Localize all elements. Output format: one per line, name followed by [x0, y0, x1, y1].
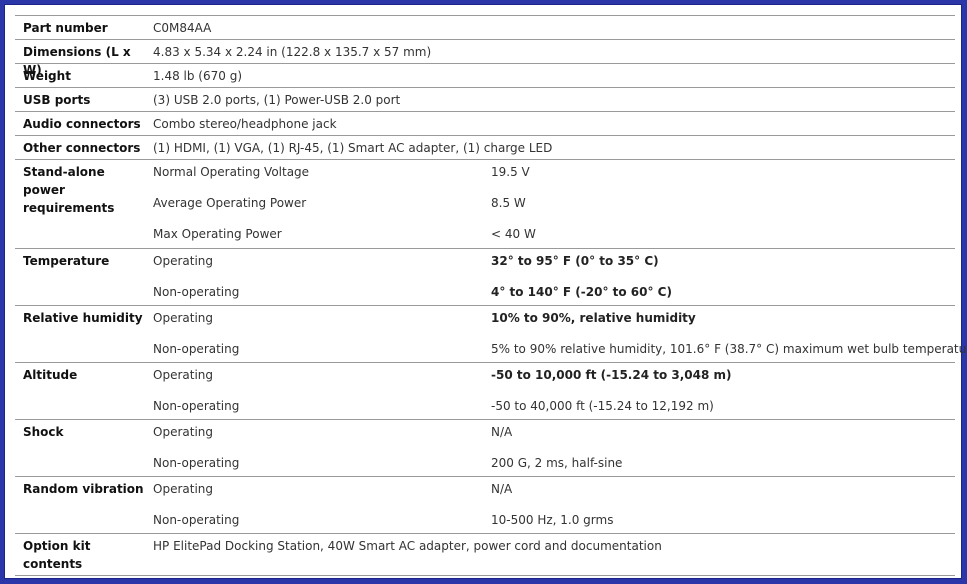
row-option-kit-contents: Option kit contents HP ElitePad Docking …: [15, 534, 955, 571]
temperature-sub-label: Non-operating: [153, 285, 240, 299]
vibration-sub-label: Operating: [153, 482, 213, 496]
power-sub-value: 19.5 V: [491, 165, 530, 179]
power-sub-value: < 40 W: [491, 227, 536, 241]
row-weight: Weight 1.48 lb (670 g): [15, 64, 955, 88]
label-altitude: Altitude: [23, 368, 78, 382]
label-power-line1: Stand-alone power: [23, 165, 105, 197]
power-sub-label: Average Operating Power: [153, 196, 307, 210]
label-power-line2: requirements: [23, 201, 115, 215]
temperature-sub-value: 32° to 95° F (0° to 35° C): [491, 254, 659, 268]
label-part-number: Part number: [23, 21, 108, 35]
temperature-sub-label: Operating: [153, 254, 213, 268]
temperature-sub-value: 4° to 140° F (-20° to 60° C): [491, 285, 672, 299]
label-power-requirements: Stand-alone power requirements: [23, 163, 148, 217]
value-weight: 1.48 lb (670 g): [153, 69, 242, 83]
label-other-connectors: Other connectors: [23, 141, 141, 155]
altitude-sub-value: -50 to 40,000 ft (-15.24 to 12,192 m): [491, 399, 714, 413]
power-sub-value: 8.5 W: [491, 196, 526, 210]
row-dimensions: Dimensions (L x W) 4.83 x 5.34 x 2.24 in…: [15, 40, 955, 77]
row-audio-connectors: Audio connectors Combo stereo/headphone …: [15, 112, 955, 136]
humidity-sub-label: Non-operating: [153, 342, 240, 356]
table-bottom-rule: [15, 575, 955, 576]
label-shock: Shock: [23, 425, 64, 439]
vibration-sub-value: N/A: [491, 482, 513, 496]
label-option-kit-contents: Option kit contents: [23, 539, 91, 571]
altitude-sub-label: Non-operating: [153, 399, 240, 413]
row-power-requirements: Stand-alone power requirements Normal Op…: [15, 160, 955, 249]
label-temperature: Temperature: [23, 254, 110, 268]
humidity-sub-value: 10% to 90%, relative humidity: [491, 311, 696, 325]
value-usb-ports: (3) USB 2.0 ports, (1) Power-USB 2.0 por…: [153, 93, 401, 107]
row-relative-humidity: Relative humidity Operating 10% to 90%, …: [15, 306, 967, 363]
row-other-connectors: Other connectors (1) HDMI, (1) VGA, (1) …: [15, 136, 955, 160]
altitude-sub-label: Operating: [153, 368, 213, 382]
vibration-sub-value: 10-500 Hz, 1.0 grms: [491, 513, 614, 527]
row-temperature: Temperature Operating 32° to 95° F (0° t…: [15, 249, 955, 306]
row-usb-ports: USB ports (3) USB 2.0 ports, (1) Power-U…: [15, 88, 955, 112]
humidity-sub-label: Operating: [153, 311, 213, 325]
altitude-sub-value: -50 to 10,000 ft (-15.24 to 3,048 m): [491, 368, 732, 382]
label-audio-connectors: Audio connectors: [23, 117, 141, 131]
shock-sub-value: N/A: [491, 425, 513, 439]
shock-sub-label: Operating: [153, 425, 213, 439]
value-dimensions: 4.83 x 5.34 x 2.24 in (122.8 x 135.7 x 5…: [153, 45, 432, 59]
shock-sub-value: 200 G, 2 ms, half-sine: [491, 456, 623, 470]
vibration-sub-label: Non-operating: [153, 513, 240, 527]
row-part-number: Part number C0M84AA: [15, 16, 955, 40]
humidity-sub-value: 5% to 90% relative humidity, 101.6° F (3…: [491, 342, 967, 356]
row-shock: Shock Operating N/A Non-operating 200 G,…: [15, 420, 955, 477]
label-weight: Weight: [23, 69, 71, 83]
shock-sub-label: Non-operating: [153, 456, 240, 470]
label-relative-humidity: Relative humidity: [23, 311, 143, 325]
label-usb-ports: USB ports: [23, 93, 91, 107]
value-other-connectors: (1) HDMI, (1) VGA, (1) RJ-45, (1) Smart …: [153, 141, 553, 155]
value-option-kit-contents: HP ElitePad Docking Station, 40W Smart A…: [153, 539, 662, 553]
value-audio-connectors: Combo stereo/headphone jack: [153, 117, 337, 131]
spec-sheet-frame: Part number C0M84AA Dimensions (L x W) 4…: [5, 5, 967, 578]
value-part-number: C0M84AA: [153, 21, 212, 35]
power-sub-label: Normal Operating Voltage: [153, 165, 310, 179]
power-sub-label: Max Operating Power: [153, 227, 282, 241]
row-random-vibration: Random vibration Operating N/A Non-opera…: [15, 477, 955, 534]
label-random-vibration: Random vibration: [23, 482, 144, 496]
spec-table: Part number C0M84AA Dimensions (L x W) 4…: [15, 15, 967, 571]
row-altitude: Altitude Operating -50 to 10,000 ft (-15…: [15, 363, 955, 420]
